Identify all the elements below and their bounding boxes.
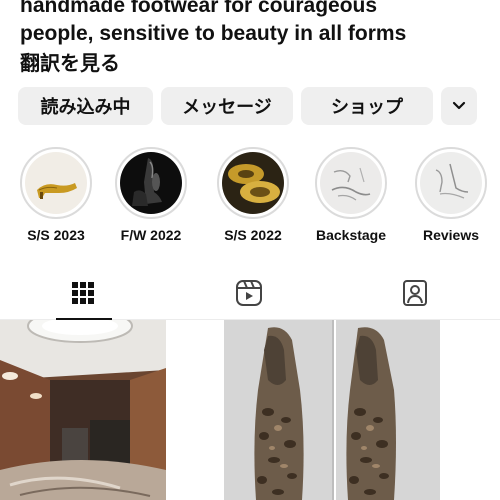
tab-posts[interactable]	[0, 267, 166, 320]
see-translation-link[interactable]: 翻訳を見る	[20, 50, 490, 76]
highlight-ring	[20, 147, 92, 219]
posts-grid	[0, 320, 500, 500]
post-thumbnail-store-interior[interactable]	[0, 320, 166, 500]
highlight-label: S/S 2022	[224, 227, 282, 243]
highlight-reviews[interactable]: Reviews	[411, 147, 491, 243]
bio-line-1: handmade footwear for courageous	[20, 0, 378, 17]
reels-icon	[236, 280, 262, 306]
story-highlights: S/S 2023 F/W 2022 S/S 2022 Backstage Rev…	[0, 147, 500, 247]
highlight-ss-2022[interactable]: S/S 2022	[213, 147, 293, 243]
highlight-backstage[interactable]: Backstage	[311, 147, 391, 243]
post-thumbnail-leopard-shoe-right[interactable]	[336, 320, 500, 500]
highlight-label: S/S 2023	[27, 227, 85, 243]
highlight-cover-boot-sketch	[420, 152, 482, 214]
highlight-cover-gold-shoes	[222, 152, 284, 214]
highlight-fw-2022[interactable]: F/W 2022	[111, 147, 191, 243]
tab-reels[interactable]	[166, 267, 332, 319]
highlight-ring	[415, 147, 487, 219]
chevron-down-icon	[452, 101, 466, 110]
profile-tabs	[0, 267, 500, 320]
highlight-cover-black-boots	[120, 152, 182, 214]
bio-line-2: people, sensitive to beauty in all forms	[20, 22, 407, 45]
grid-icon	[72, 282, 94, 304]
shop-button-label: ショップ	[331, 97, 403, 118]
highlight-ring	[115, 147, 187, 219]
highlight-cover-yellow-heel	[25, 152, 87, 214]
profile-bio: handmade footwear for courageous people,…	[20, 0, 490, 76]
highlight-ss-2023[interactable]: S/S 2023	[16, 147, 96, 243]
follow-button[interactable]: 読み込み中	[18, 87, 153, 125]
suggested-accounts-button[interactable]	[441, 87, 477, 125]
highlight-ring	[217, 147, 289, 219]
tab-tagged[interactable]	[332, 267, 498, 319]
shop-button[interactable]: ショップ	[301, 87, 433, 125]
message-button-label: メッセージ	[182, 97, 272, 118]
message-button[interactable]: メッセージ	[161, 87, 293, 125]
highlight-ring	[315, 147, 387, 219]
highlight-label: Reviews	[422, 227, 480, 243]
post-thumbnail-leopard-shoes[interactable]	[168, 320, 334, 500]
highlight-cover-shoe-sketch	[320, 152, 382, 214]
follow-button-label: 読み込み中	[40, 97, 131, 118]
highlight-label: F/W 2022	[120, 227, 182, 243]
tagged-icon	[403, 280, 427, 306]
highlight-label: Backstage	[315, 227, 387, 243]
